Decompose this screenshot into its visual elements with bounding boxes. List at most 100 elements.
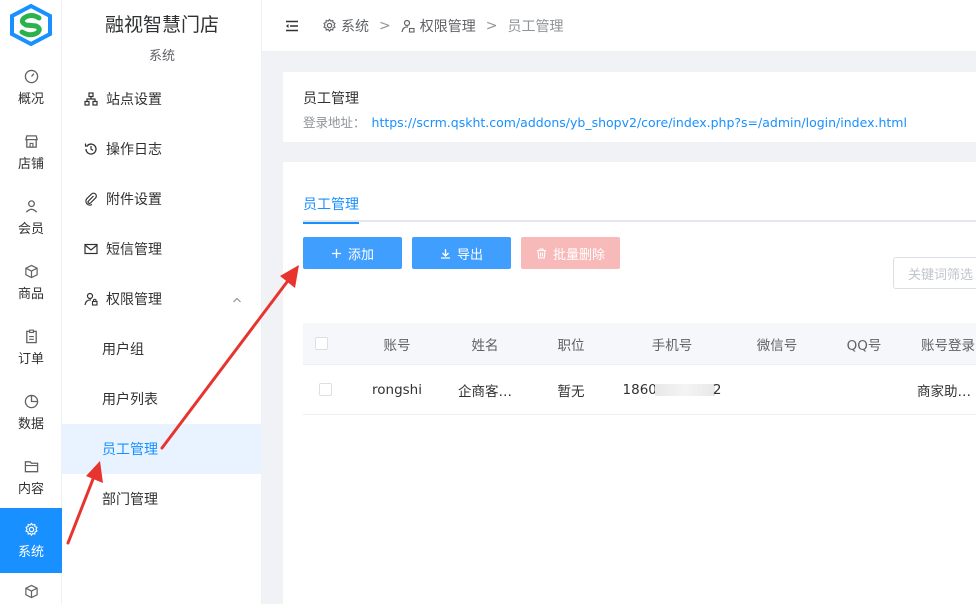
breadcrumb-separator: > bbox=[485, 17, 498, 34]
login-address-link[interactable]: https://scrm.qskht.com/addons/yb_shopv2/… bbox=[372, 115, 907, 130]
keyword-filter-input[interactable]: 关键词筛选 bbox=[893, 257, 976, 289]
bulk-delete-button[interactable]: 批量删除 bbox=[521, 237, 620, 269]
folder-icon bbox=[23, 458, 39, 474]
export-button-label: 导出 bbox=[456, 247, 483, 263]
submenu-item-label: 用户组 bbox=[102, 342, 144, 358]
history-icon bbox=[84, 142, 98, 156]
sitemap-icon bbox=[84, 92, 98, 106]
bulk-delete-button-label: 批量删除 bbox=[552, 247, 605, 263]
mail-icon bbox=[84, 242, 98, 256]
clipboard-icon bbox=[23, 328, 39, 344]
shop-icon bbox=[23, 133, 39, 149]
export-button[interactable]: 导出 bbox=[412, 237, 511, 269]
rail-item-label: 商品 bbox=[17, 287, 44, 302]
menu-item-label: 站点设置 bbox=[106, 92, 162, 108]
rail-item-content[interactable]: 内容 bbox=[0, 445, 62, 510]
cell-name: 企商客… bbox=[458, 383, 512, 400]
app-logo bbox=[0, 0, 62, 50]
system-sidebar: 融视智慧门店 系统 站点设置 操作日志 附件设置 短信管理 权限管理 用户组 用… bbox=[62, 0, 262, 604]
rail-item-data[interactable]: 数据 bbox=[0, 380, 62, 445]
add-button[interactable]: 添加 bbox=[303, 237, 402, 269]
tab-bar: 员工管理 bbox=[303, 184, 976, 224]
breadcrumb-item-permission[interactable]: 权限管理 bbox=[401, 16, 476, 36]
menu-item-label: 权限管理 bbox=[106, 292, 162, 308]
menu-item-label: 短信管理 bbox=[106, 242, 162, 258]
section-title: 系统 bbox=[148, 49, 175, 64]
menu-item-operation-log[interactable]: 操作日志 bbox=[62, 124, 262, 174]
row-select-cell bbox=[307, 365, 343, 414]
cell-qq bbox=[825, 365, 903, 414]
cell-account: rongshi bbox=[372, 381, 422, 398]
menu-fold-icon[interactable] bbox=[284, 18, 300, 34]
plus-icon bbox=[331, 248, 342, 259]
menu-item-site-settings[interactable]: 站点设置 bbox=[62, 74, 262, 124]
column-header-wechat: 微信号 bbox=[756, 337, 798, 354]
menu-item-sms[interactable]: 短信管理 bbox=[62, 224, 262, 274]
breadcrumb-item-system[interactable]: 系统 bbox=[322, 16, 369, 36]
menu-item-label: 操作日志 bbox=[106, 142, 162, 158]
login-address: 登录地址： https://scrm.qskht.com/addons/yb_sh… bbox=[303, 112, 907, 131]
cell-wechat bbox=[737, 365, 817, 414]
select-all-cell bbox=[303, 323, 339, 364]
trash-icon bbox=[536, 247, 547, 259]
submenu-item-label: 员工管理 bbox=[102, 442, 158, 458]
submenu-item-user-group[interactable]: 用户组 bbox=[62, 324, 262, 374]
submenu-item-label: 部门管理 bbox=[102, 492, 158, 508]
rail-item-label: 内容 bbox=[17, 482, 44, 497]
info-card: 员工管理 登录地址： https://scrm.qskht.com/addons/… bbox=[283, 72, 976, 142]
rail-item-label: 订单 bbox=[17, 352, 44, 367]
submenu-item-user-list[interactable]: 用户列表 bbox=[62, 374, 262, 424]
gear-icon bbox=[23, 521, 39, 537]
cell-phone-prefix: 1860 bbox=[622, 381, 657, 398]
column-header-qq: QQ号 bbox=[846, 337, 882, 354]
chevron-up-icon[interactable] bbox=[232, 293, 242, 303]
submenu-item-label: 用户列表 bbox=[102, 392, 158, 408]
user-lock-icon bbox=[401, 18, 416, 33]
breadcrumb: 系统 > 权限管理 > 员工管理 bbox=[322, 16, 563, 36]
rail-item-label: 会员 bbox=[17, 222, 44, 237]
cell-login: 商家助… bbox=[917, 383, 971, 400]
table-row[interactable]: rongshi 企商客… 暂无 1860 2 商家助… bbox=[303, 365, 976, 415]
rail-item-overview[interactable]: 概况 bbox=[0, 55, 62, 120]
redaction-blur bbox=[654, 383, 715, 396]
page-title: 员工管理 bbox=[303, 91, 359, 107]
user-lock-icon bbox=[84, 292, 98, 306]
icon-rail: 概况 店铺 会员 商品 订单 数据 内容 系统 bbox=[0, 0, 62, 604]
column-header-login: 账号登录 bbox=[921, 337, 975, 354]
brand-title: 融视智慧门店 bbox=[104, 14, 219, 36]
rail-item-order[interactable]: 订单 bbox=[0, 315, 62, 380]
column-header-phone: 手机号 bbox=[651, 337, 693, 354]
breadcrumb-label: 系统 bbox=[341, 18, 369, 35]
tab-staff-management[interactable]: 员工管理 bbox=[303, 194, 359, 224]
dashboard-icon bbox=[23, 68, 39, 84]
pie-chart-icon bbox=[23, 393, 39, 409]
rail-item-system[interactable]: 系统 bbox=[0, 508, 62, 573]
staff-list-card: 员工管理 添加 导出 批量删除 关键词筛选 账号 姓名 职位 手机号 微信号 Q… bbox=[283, 162, 976, 604]
select-all-checkbox[interactable] bbox=[314, 337, 328, 350]
rail-item-goods[interactable]: 商品 bbox=[0, 250, 62, 315]
menu-item-attachment-settings[interactable]: 附件设置 bbox=[62, 174, 262, 224]
rail-item-member[interactable]: 会员 bbox=[0, 185, 62, 250]
column-header-position: 职位 bbox=[557, 337, 585, 354]
add-button-label: 添加 bbox=[347, 247, 374, 263]
cell-phone: 1860 2 bbox=[617, 365, 727, 414]
breadcrumb-label: 权限管理 bbox=[419, 18, 476, 35]
cell-phone-suffix: 2 bbox=[712, 381, 722, 398]
column-header-name: 姓名 bbox=[471, 337, 499, 354]
rail-item-label: 系统 bbox=[17, 545, 44, 560]
breadcrumb-item-staff: 员工管理 bbox=[507, 16, 563, 36]
user-icon bbox=[23, 198, 39, 214]
submenu-item-department-management[interactable]: 部门管理 bbox=[62, 474, 262, 524]
cell-position: 暂无 bbox=[557, 383, 585, 400]
submenu-item-staff-management[interactable]: 员工管理 bbox=[62, 424, 262, 474]
row-checkbox[interactable] bbox=[318, 383, 332, 396]
rail-item-more[interactable] bbox=[0, 573, 62, 604]
paperclip-icon bbox=[84, 192, 98, 206]
column-header-account: 账号 bbox=[383, 337, 411, 354]
login-address-label: 登录地址： bbox=[303, 115, 366, 130]
logo-icon bbox=[10, 4, 52, 46]
rail-item-label: 数据 bbox=[17, 417, 44, 432]
menu-item-permission[interactable]: 权限管理 bbox=[62, 274, 262, 324]
gear-icon bbox=[322, 18, 337, 33]
rail-item-shop[interactable]: 店铺 bbox=[0, 120, 62, 185]
